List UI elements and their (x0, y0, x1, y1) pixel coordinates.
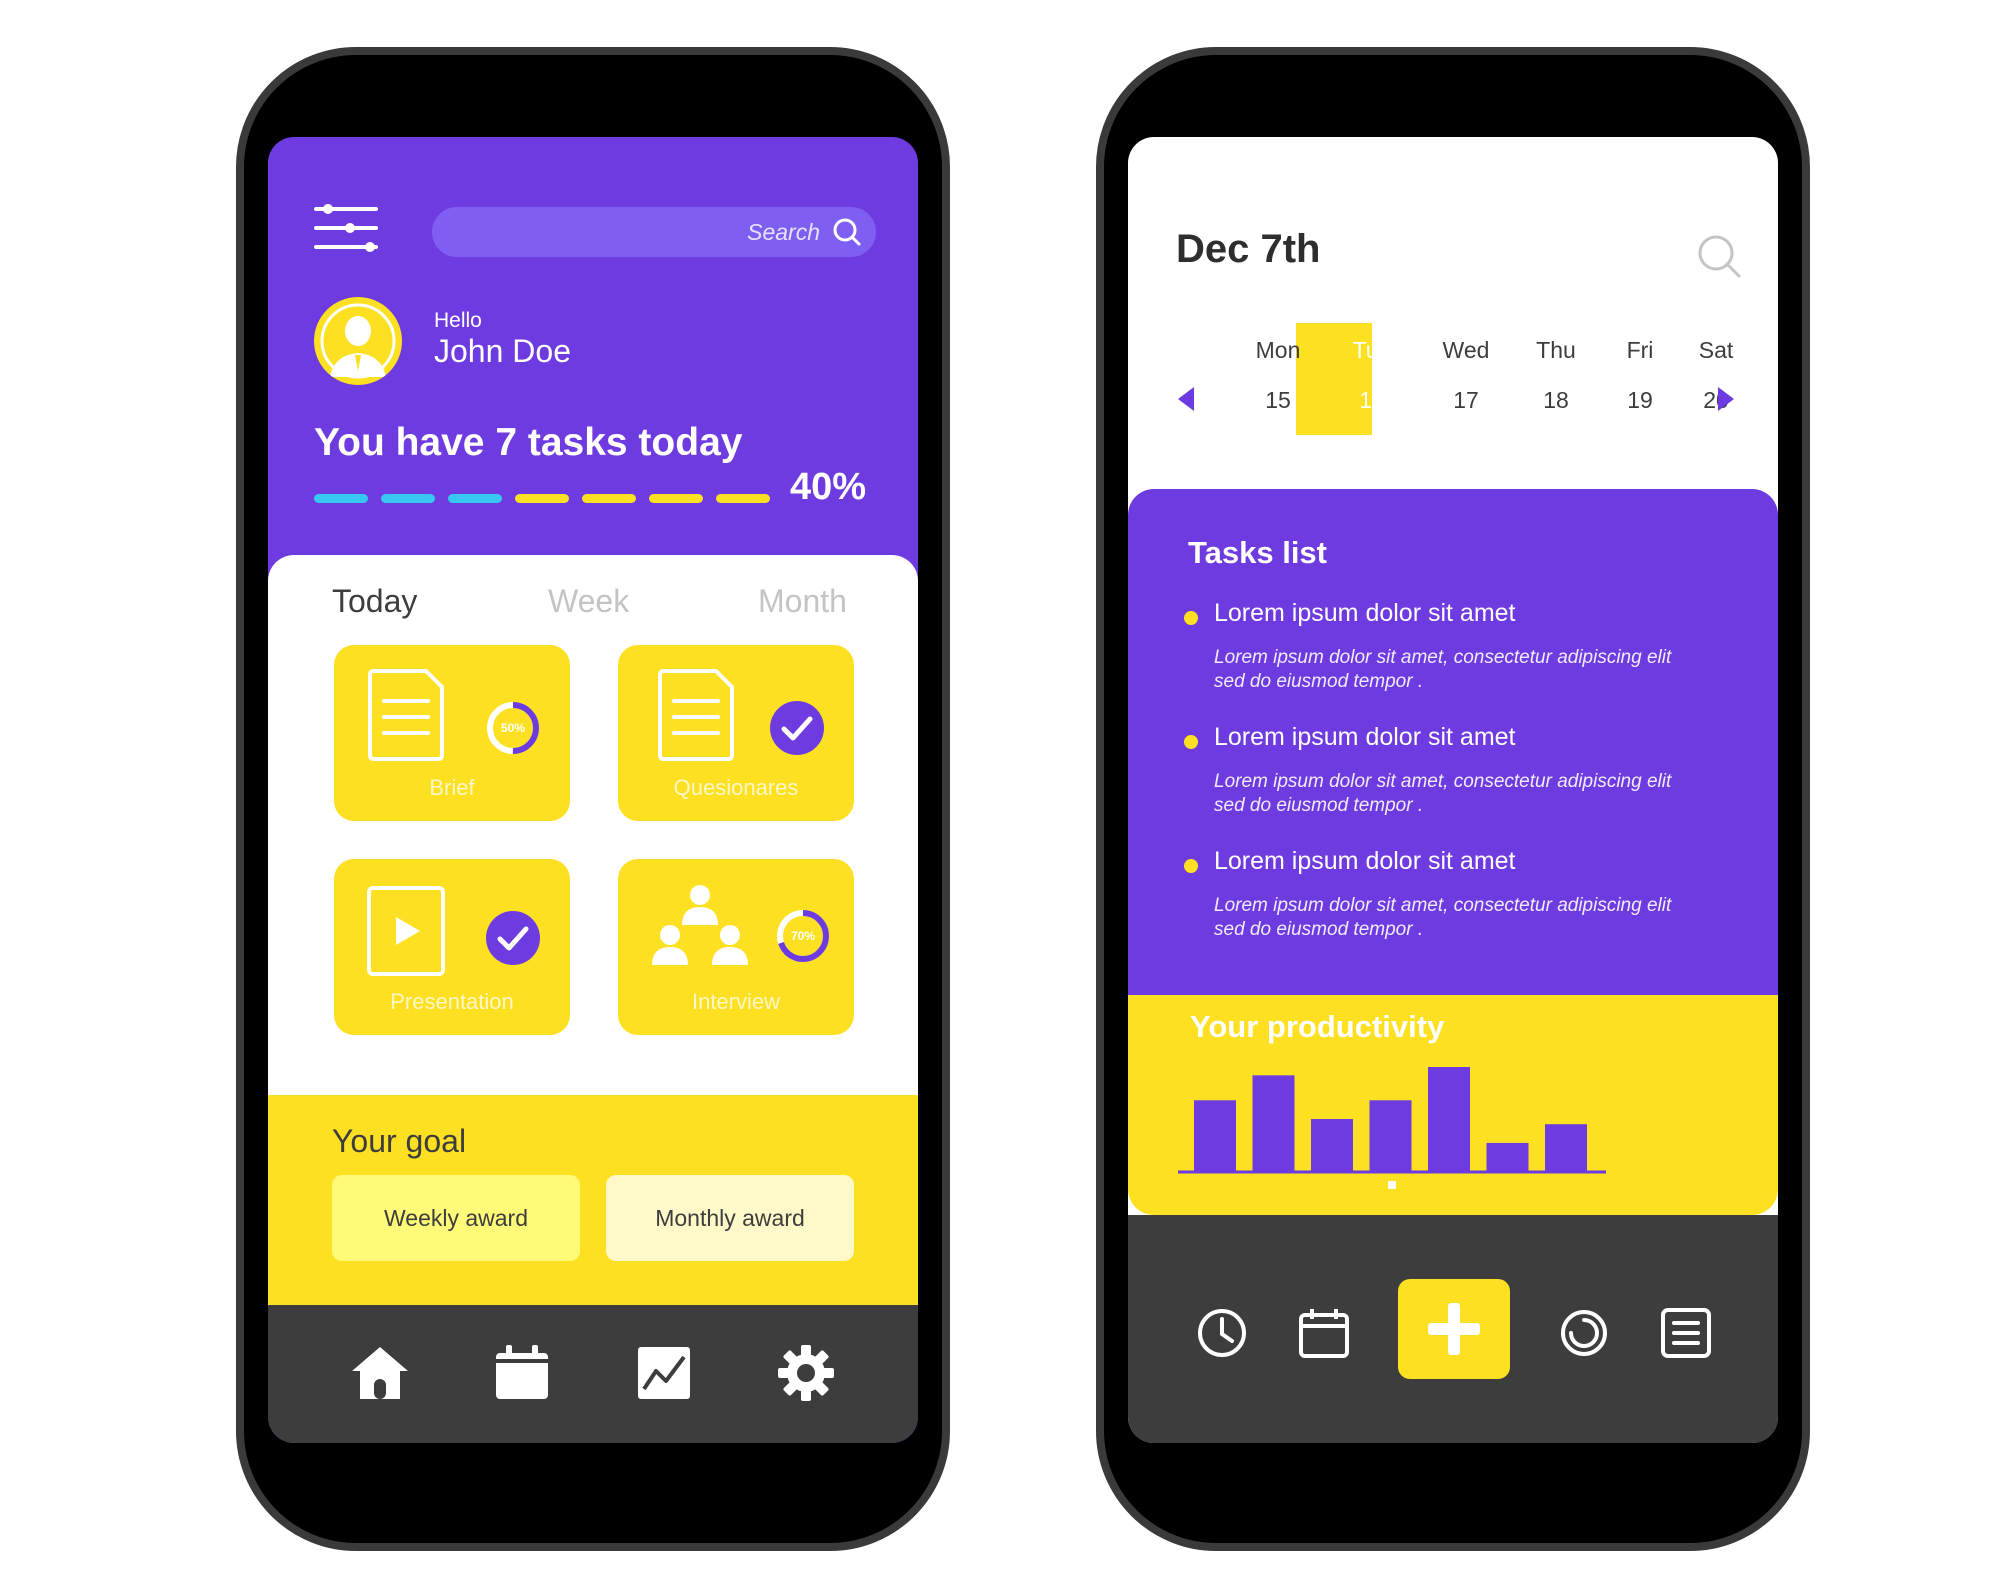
tasks-card: Today Week Month 50% Brief Quesionares P… (268, 555, 918, 1095)
tile-label: Quesionares (673, 775, 799, 800)
day-sat[interactable]: Sat 20 (1640, 323, 1734, 435)
check-icon (486, 911, 540, 965)
search-input[interactable]: Search (432, 207, 876, 257)
progress-segment (448, 494, 502, 503)
page-indicator (1388, 1181, 1396, 1189)
productivity-title: Your productivity (1190, 1009, 1445, 1044)
avatar[interactable] (314, 297, 402, 385)
chart-icon[interactable] (634, 1343, 694, 1403)
calendar-icon[interactable] (492, 1343, 552, 1403)
day-fri[interactable]: Fri 19 (1564, 323, 1654, 435)
progress-percent: 40% (790, 466, 867, 508)
document-icon (658, 669, 734, 761)
tile-progress-label: 70% (790, 929, 816, 943)
task-item[interactable]: Lorem ipsum dolor sit amet Lorem ipsum d… (1184, 847, 1704, 942)
chart-bar (1369, 1100, 1412, 1171)
tile-progress-label: 50% (500, 721, 526, 735)
people-icon (652, 885, 748, 965)
calendar-screen: Dec 7th Mon 15 Tue 16 Wed 17 Thu 18 Fri … (1128, 137, 1778, 1443)
tile-label: Brief (429, 775, 475, 800)
document-icon (368, 669, 444, 761)
chevron-right-icon[interactable] (1716, 385, 1736, 413)
add-task-button[interactable] (1398, 1279, 1510, 1379)
task-item[interactable]: Lorem ipsum dolor sit amet Lorem ipsum d… (1184, 723, 1704, 818)
plus-icon (1428, 1303, 1480, 1355)
task-title: Lorem ipsum dolor sit amet (1214, 599, 1516, 627)
tasks-summary: You have 7 tasks today (314, 421, 743, 464)
progress-segment (649, 494, 703, 503)
user-name: John Doe (434, 333, 571, 369)
date-title: Dec 7th (1176, 227, 1321, 271)
productivity-panel: Your productivity (1128, 995, 1778, 1215)
check-icon (770, 701, 824, 755)
day-wed[interactable]: Wed 17 (1390, 323, 1490, 435)
chart-bar (1428, 1067, 1470, 1171)
search-icon[interactable] (1696, 233, 1742, 279)
tile-label: Presentation (390, 989, 514, 1014)
play-icon (367, 886, 445, 976)
chart-bar (1194, 1100, 1236, 1171)
refresh-icon[interactable] (1558, 1307, 1610, 1359)
search-icon[interactable] (832, 217, 862, 247)
tab-today[interactable]: Today (332, 583, 417, 620)
task-title: Lorem ipsum dolor sit amet (1214, 723, 1516, 751)
chart-bar (1252, 1075, 1295, 1171)
task-description: Lorem ipsum dolor sit amet, consectetur … (1214, 895, 1672, 940)
day-mon[interactable]: Mon 15 (1202, 323, 1301, 435)
clock-icon[interactable] (1196, 1307, 1248, 1359)
tasks-list-panel: Tasks list Lorem ipsum dolor sit amet Lo… (1128, 489, 1778, 995)
user-avatar-icon (320, 303, 396, 379)
tile-presentation[interactable]: Presentation (334, 859, 570, 1035)
progress-segment (381, 494, 435, 503)
home-screen: Search Hello John Doe You have 7 tasks t… (268, 137, 918, 1443)
goal-section: Your goal Weekly award Monthly award (268, 1095, 918, 1305)
monthly-award-button[interactable]: Monthly award (606, 1175, 854, 1261)
goal-title: Your goal (332, 1123, 467, 1159)
day-tue[interactable]: Tue 16 (1296, 323, 1392, 435)
tab-week[interactable]: Week (548, 583, 629, 620)
tile-quesionares[interactable]: Quesionares (618, 645, 854, 821)
chart-bar (1486, 1142, 1529, 1171)
bullet-dot-icon (1184, 611, 1198, 625)
progress-segment (515, 494, 569, 503)
bottom-nav (268, 1305, 918, 1443)
tile-brief[interactable]: 50% Brief (334, 645, 570, 821)
task-title: Lorem ipsum dolor sit amet (1214, 847, 1516, 875)
sliders-menu-icon[interactable] (314, 203, 378, 253)
list-icon[interactable] (1660, 1307, 1712, 1359)
home-icon[interactable] (350, 1343, 410, 1403)
chart-bar (1311, 1119, 1353, 1171)
calendar-icon[interactable] (1298, 1307, 1350, 1359)
search-placeholder: Search (747, 219, 820, 245)
phone-left: Search Hello John Doe You have 7 tasks t… (236, 47, 950, 1551)
task-item[interactable]: Lorem ipsum dolor sit amet Lorem ipsum d… (1184, 599, 1704, 694)
greeting: Hello (434, 309, 482, 332)
chevron-left-icon[interactable] (1176, 385, 1196, 413)
task-description: Lorem ipsum dolor sit amet, consectetur … (1214, 771, 1672, 816)
bullet-dot-icon (1184, 859, 1198, 873)
phone-right: Dec 7th Mon 15 Tue 16 Wed 17 Thu 18 Fri … (1096, 47, 1810, 1551)
day-thu[interactable]: Thu 18 (1480, 323, 1576, 435)
chart-bar (1545, 1124, 1587, 1171)
progress-segment (314, 494, 368, 503)
tasks-list-title: Tasks list (1188, 535, 1328, 570)
bullet-dot-icon (1184, 735, 1198, 749)
progress-segment (716, 494, 770, 503)
day-name: Sat (1698, 337, 1734, 363)
tile-label: Interview (691, 989, 781, 1014)
bottom-nav (1128, 1215, 1778, 1443)
tab-month[interactable]: Month (758, 583, 847, 620)
progress-segment (582, 494, 636, 503)
tile-interview[interactable]: 70% Interview (618, 859, 854, 1035)
weekly-award-button[interactable]: Weekly award (332, 1175, 580, 1261)
progress-bar (314, 494, 774, 504)
productivity-chart (1178, 1067, 1606, 1189)
gear-icon[interactable] (776, 1343, 836, 1403)
task-description: Lorem ipsum dolor sit amet, consectetur … (1214, 647, 1672, 692)
